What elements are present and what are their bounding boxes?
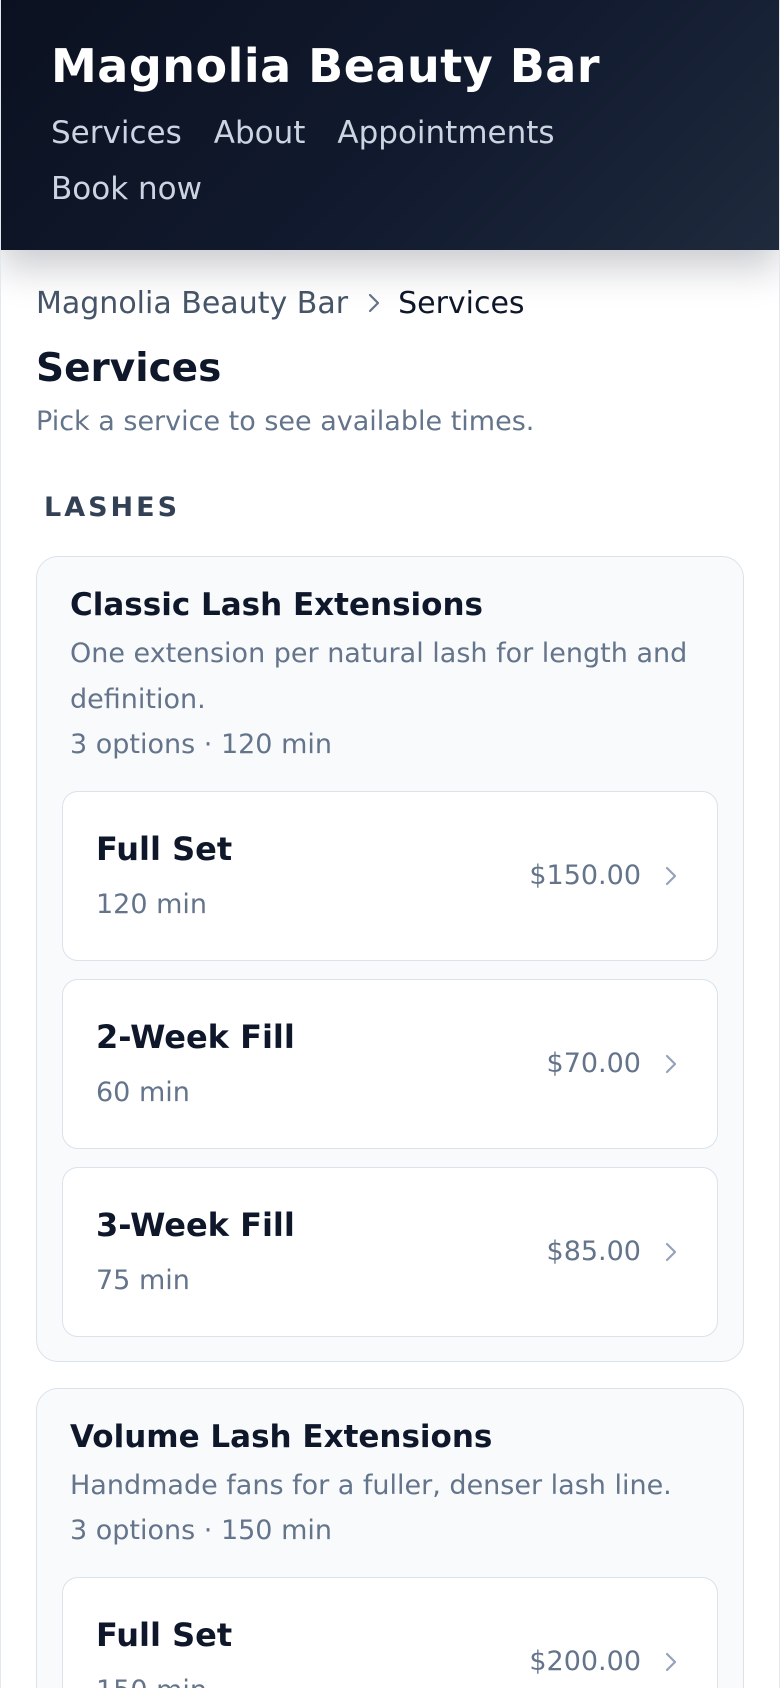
service-card: Classic Lash Extensions One extension pe…: [36, 556, 744, 1362]
nav-link-book-now[interactable]: Book now: [51, 168, 202, 210]
chevron-right-icon: [663, 1239, 679, 1265]
site-header: Magnolia Beauty Bar Services About Appoi…: [1, 0, 779, 250]
service-card: Volume Lash Extensions Handmade fans for…: [36, 1388, 744, 1688]
service-meta: 3 options · 150 min: [70, 1515, 332, 1546]
option-info: Full Set 150 min: [96, 1615, 232, 1688]
option-price: $150.00: [529, 860, 641, 891]
service-option-row[interactable]: 2-Week Fill 60 min $70.00: [62, 979, 718, 1149]
service-description: One extension per natural lash for lengt…: [70, 638, 688, 715]
nav-link-appointments[interactable]: Appointments: [337, 112, 554, 154]
chevron-right-icon: [663, 863, 679, 889]
option-info: 2-Week Fill 60 min: [96, 1017, 295, 1111]
service-meta: 3 options · 120 min: [70, 729, 332, 760]
service-option-row[interactable]: 3-Week Fill 75 min $85.00: [62, 1167, 718, 1337]
option-price-group: $70.00: [547, 1046, 679, 1082]
option-name: Full Set: [96, 1616, 233, 1654]
option-duration: 75 min: [96, 1265, 190, 1296]
option-price-group: $200.00: [529, 1644, 679, 1680]
nav-link-services[interactable]: Services: [51, 112, 182, 154]
breadcrumb-home-link[interactable]: Magnolia Beauty Bar: [36, 284, 348, 324]
breadcrumb: Magnolia Beauty Bar Services: [36, 284, 744, 324]
option-duration: 150 min: [96, 1673, 232, 1688]
main-nav: Services About Appointments Book now: [51, 112, 651, 210]
page-frame: Magnolia Beauty Bar Services About Appoi…: [0, 0, 780, 1688]
page-title: Services: [36, 346, 222, 391]
service-option-row[interactable]: Full Set 150 min $200.00: [62, 1577, 718, 1688]
option-name: 2-Week Fill: [96, 1018, 295, 1056]
chevron-right-icon: [368, 284, 380, 324]
service-name: Classic Lash Extensions: [70, 587, 483, 623]
page-subtitle: Pick a service to see available times.: [36, 406, 535, 437]
service-options-list: Full Set 150 min $200.00: [62, 1577, 718, 1688]
option-price: $70.00: [546, 1048, 641, 1079]
option-info: 3-Week Fill 75 min: [96, 1205, 295, 1299]
option-price-group: $150.00: [529, 858, 679, 894]
breadcrumb-current: Services: [398, 286, 525, 321]
option-name: 3-Week Fill: [96, 1206, 295, 1244]
option-duration: 120 min: [96, 889, 208, 920]
chevron-right-icon: [663, 1051, 679, 1077]
option-price-group: $85.00: [547, 1234, 679, 1270]
category-label: LASHES: [44, 492, 181, 523]
main-content: Magnolia Beauty Bar Services Services Pi…: [1, 284, 779, 1688]
option-duration: 60 min: [96, 1077, 190, 1108]
service-name: Volume Lash Extensions: [70, 1419, 493, 1455]
service-options-list: Full Set 120 min $150.00 2-Week Fill 60 …: [62, 791, 718, 1337]
option-price: $85.00: [546, 1236, 641, 1267]
service-description: Handmade fans for a fuller, denser lash …: [70, 1470, 672, 1501]
service-option-row[interactable]: Full Set 120 min $150.00: [62, 791, 718, 961]
nav-link-about[interactable]: About: [214, 112, 306, 154]
chevron-right-icon: [663, 1649, 679, 1675]
option-name: Full Set: [96, 830, 233, 868]
option-info: Full Set 120 min: [96, 829, 232, 923]
option-price: $200.00: [529, 1646, 641, 1677]
brand-title[interactable]: Magnolia Beauty Bar: [51, 36, 729, 96]
